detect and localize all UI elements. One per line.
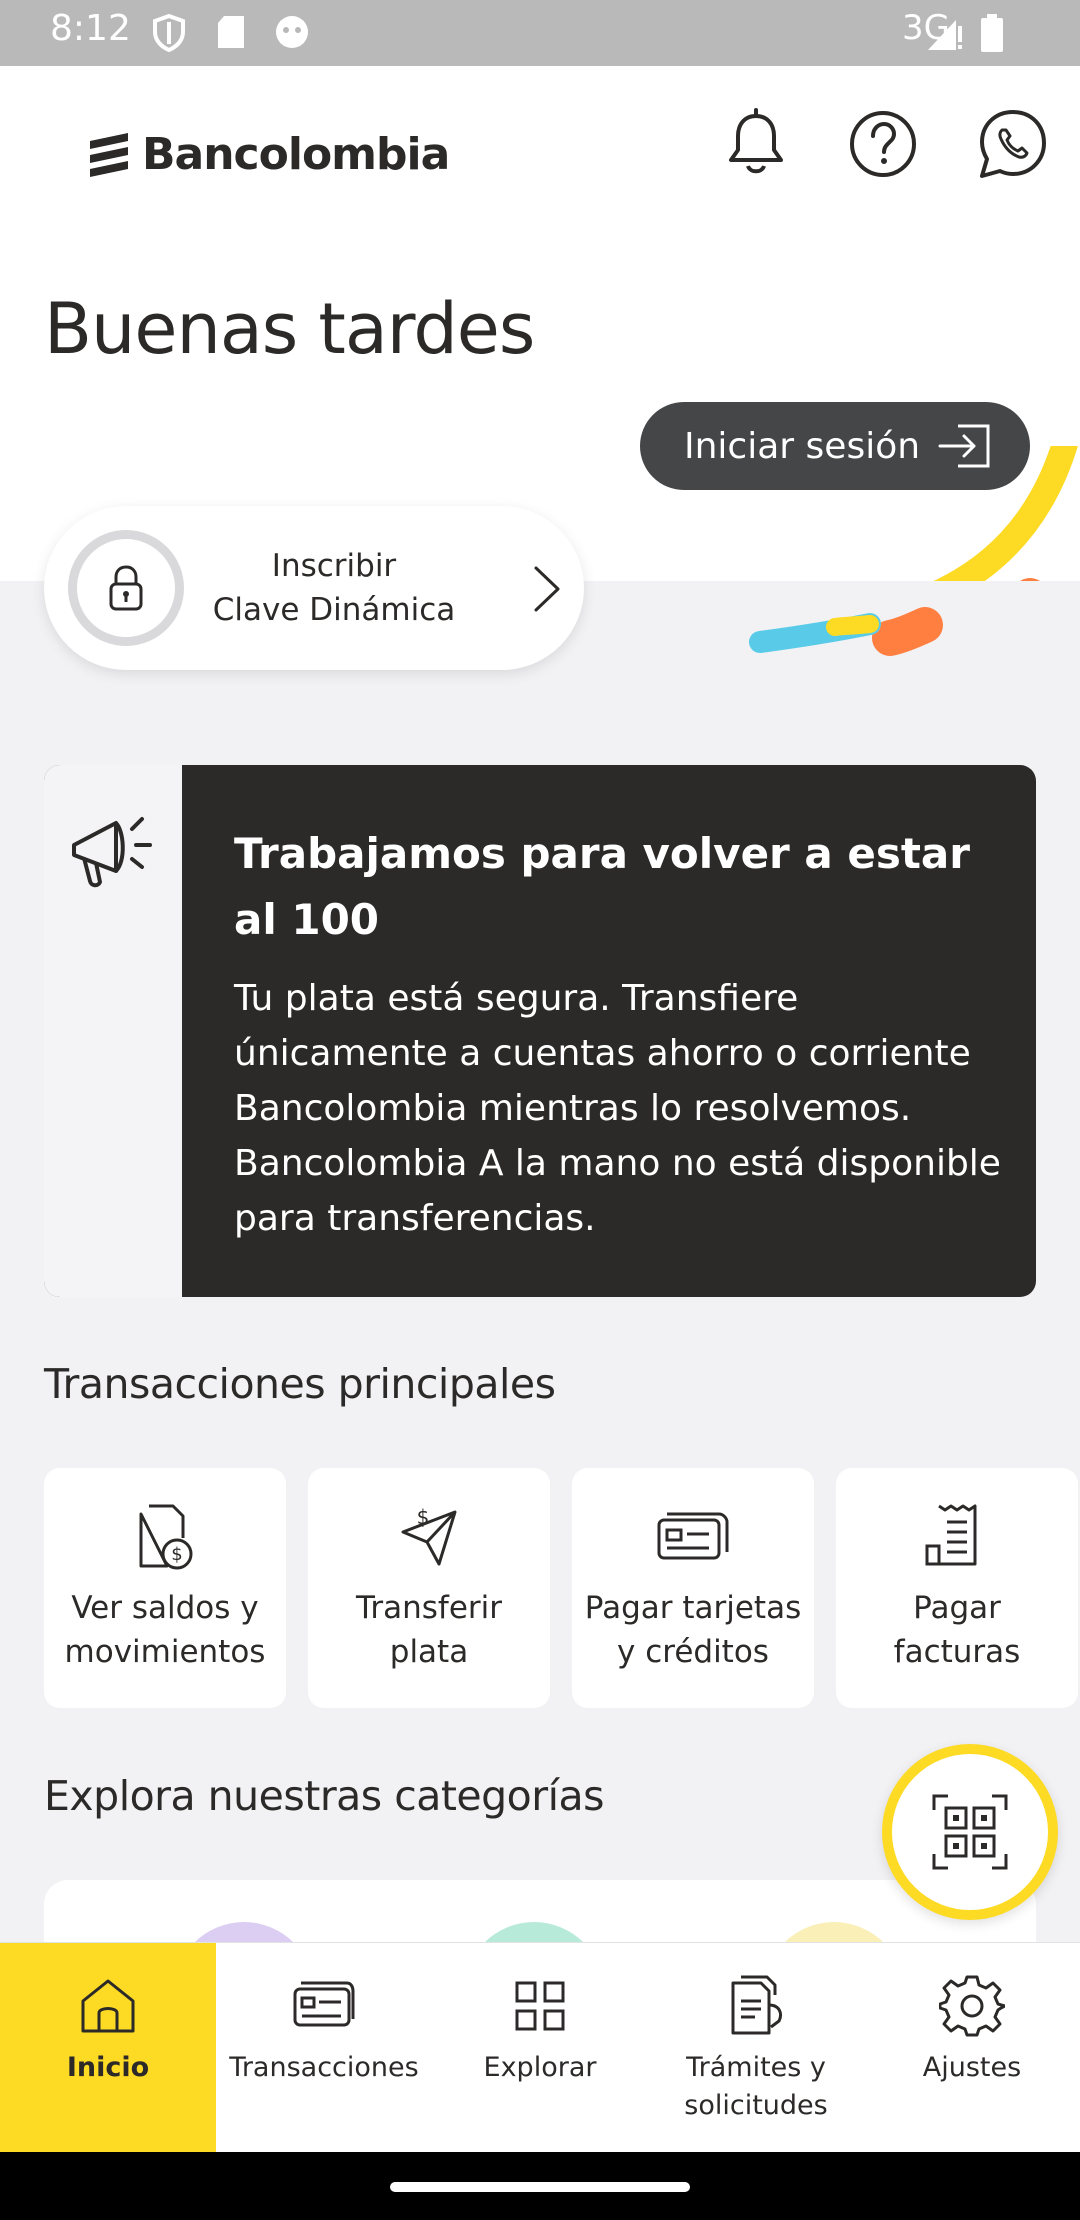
system-gesture-bar: [0, 2152, 1080, 2220]
bell-icon[interactable]: [718, 106, 794, 182]
tx-transfer-money-label: Transferir plata: [355, 1590, 502, 1670]
nav-label-transacciones: Transacciones: [229, 2052, 419, 2083]
header: Bancolombia Buenas tardes Iniciar sesión: [0, 66, 1080, 581]
alert-title: Trabajamos para volver a estar al 100: [234, 829, 970, 944]
register-dynamic-key-button[interactable]: Inscribir Clave Dinámica: [44, 506, 584, 670]
sd-card-icon: [218, 16, 244, 48]
bancolombia-logo-icon: [90, 133, 128, 177]
bottom-navigation: Inicio Transacciones Explorar Trámites y…: [0, 1942, 1080, 2153]
tx-view-balances-label: Ver saldos y movimientos: [64, 1590, 266, 1670]
decorative-stripes-lower: [749, 607, 943, 656]
alert-icon-panel: [44, 765, 182, 1297]
tx-pay-cards[interactable]: Pagar tarjetas y créditos: [572, 1468, 814, 1708]
receipt-icon: [925, 1504, 977, 1566]
alert-body: Tu plata está segura. Transfiere únicame…: [234, 978, 1001, 1239]
status-bar: 8:12 3G: [0, 0, 1080, 66]
battery-icon: [981, 14, 1003, 52]
svg-text:$: $: [417, 1505, 430, 1529]
login-label: Iniciar sesión: [684, 425, 921, 467]
help-icon[interactable]: [845, 106, 921, 182]
tx-pay-bills[interactable]: Pagar facturas: [836, 1468, 1078, 1708]
documents-icon: [731, 1975, 783, 2035]
lock-icon: [109, 565, 143, 611]
login-button[interactable]: Iniciar sesión: [640, 402, 1030, 490]
tx-pay-cards-label: Pagar tarjetas y créditos: [584, 1590, 802, 1670]
greeting: Buenas tardes: [44, 288, 535, 370]
cards-icon: [657, 1512, 729, 1560]
brand-name: Bancolombia: [142, 128, 450, 180]
nav-item-transacciones[interactable]: Transacciones: [216, 1943, 432, 2153]
brand-logo[interactable]: Bancolombia: [86, 124, 450, 184]
nav-label-tramites: Trámites y solicitudes: [684, 2052, 828, 2121]
whatsapp-icon[interactable]: [975, 106, 1051, 182]
megaphone-icon: [72, 817, 152, 888]
nav-label-ajustes: Ajustes: [922, 2052, 1022, 2083]
login-arrow-icon: [938, 424, 990, 468]
grid-icon: [515, 1981, 565, 2031]
status-time: 8:12: [50, 8, 131, 49]
home-gesture-handle[interactable]: [390, 2182, 690, 2192]
nav-item-explorar[interactable]: Explorar: [432, 1943, 648, 2153]
shield-status-icon: [153, 14, 185, 52]
register-dynamic-key-label: Inscribir Clave Dinámica: [212, 548, 456, 628]
qr-scan-button[interactable]: [882, 1744, 1058, 1920]
nav-item-inicio[interactable]: Inicio: [0, 1943, 216, 2153]
send-money-icon: $: [401, 1505, 457, 1566]
tx-transfer-money[interactable]: $ Transferir plata: [308, 1468, 550, 1708]
app-status-icon: [276, 16, 308, 48]
document-money-icon: $: [139, 1504, 193, 1570]
tx-pay-bills-label: Pagar facturas: [893, 1590, 1021, 1670]
lock-circle: [68, 530, 184, 646]
chevron-right-icon: [534, 566, 560, 612]
explore-categories-title: Explora nuestras categorías: [44, 1772, 605, 1820]
signal-icon: [928, 20, 962, 50]
home-icon: [81, 1979, 135, 2033]
card-icon: [293, 1981, 355, 2027]
main-transactions-title: Transacciones principales: [44, 1360, 556, 1408]
nav-label-inicio: Inicio: [66, 2052, 150, 2083]
tx-view-balances[interactable]: $ Ver saldos y movimientos: [44, 1468, 286, 1708]
gear-icon: [939, 1975, 1005, 2037]
service-alert-card: Trabajamos para volver a estar al 100 Tu…: [44, 765, 1036, 1297]
nav-item-tramites[interactable]: Trámites y solicitudes: [648, 1943, 864, 2153]
nav-item-ajustes[interactable]: Ajustes: [864, 1943, 1080, 2153]
qr-code-icon: [932, 1794, 1008, 1870]
svg-text:$: $: [171, 1544, 182, 1565]
nav-label-explorar: Explorar: [483, 2052, 597, 2083]
